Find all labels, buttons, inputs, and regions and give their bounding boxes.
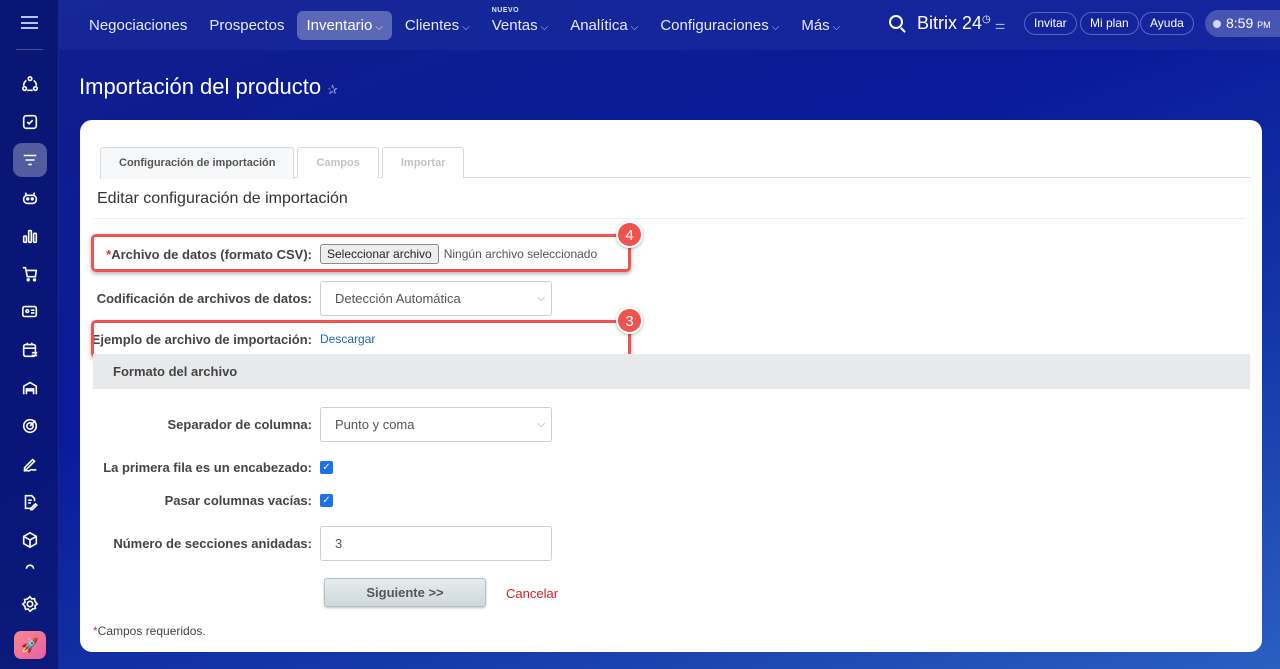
cart-icon[interactable] [13,257,47,291]
search-icon[interactable] [889,15,903,29]
nav-label: Más [801,17,829,34]
encoding-row: Codificación de archivos de datos: Detec… [80,282,640,314]
separator-select[interactable]: Punto y coma⌵ [320,407,552,442]
menu-icon[interactable] [21,16,38,29]
funnel-icon[interactable] [13,143,47,177]
pin-icon[interactable]: ✰ [327,82,338,97]
chevron-down-icon: ⌵ [541,22,549,33]
highlight-box [91,320,631,358]
nav-item-ventas[interactable]: NUEVOVentas⌵ [483,11,557,40]
nav-label: Clientes [405,17,459,34]
nav-item-configuraciones[interactable]: Configuraciones ⌵ [651,11,788,40]
logo[interactable]: Bitrix 24◷⚌ [917,13,1006,34]
required-note: *Campos requeridos. [93,624,206,638]
encoding-select[interactable]: Detección Automática⌵ [320,281,552,316]
nav-item-prospectos[interactable]: Prospectos [200,11,293,40]
header-label: La primera fila es un encabezado: [80,460,320,475]
nav-label: Inventario [306,17,372,34]
tab-import[interactable]: Importar [382,147,465,178]
header-row: La primera fila es un encabezado: ✓ [80,451,640,483]
next-button[interactable]: Siguiente >> [324,578,486,607]
chevron-down-icon: ⌵ [833,22,841,33]
skip-label: Pasar columnas vacías: [80,493,320,508]
nav-label: Prospectos [209,17,284,34]
section-header: Formato del archivo [93,354,1250,389]
chevron-down-icon: ⌵ [631,22,639,33]
sliders-icon[interactable]: ⚌ [995,18,1006,32]
plan-button[interactable]: Mi plan [1080,12,1139,35]
target-icon[interactable] [13,409,47,443]
page-title: Importación del producto✰ [79,74,338,100]
help-button[interactable]: Ayuda [1140,12,1194,35]
divider [16,49,43,50]
nav-item-inventario[interactable]: Inventario⌵ [297,11,391,40]
circle-nodes-icon[interactable] [13,67,47,101]
skip-empty-checkbox[interactable]: ✓ [320,494,333,507]
tab-import-settings[interactable]: Configuración de importación [100,147,294,179]
cancel-link[interactable]: Cancelar [506,586,558,601]
contact-card-icon[interactable] [13,295,47,329]
nested-row: Número de secciones anidadas: 3 [80,527,640,559]
form-heading: Editar configuración de importación [97,190,348,208]
chevron-down-icon: ⌵ [772,22,780,33]
nav-item-analitica[interactable]: Analítica⌵ [561,11,647,40]
nav-label: Analítica [570,17,628,34]
header-checkbox[interactable]: ✓ [320,461,333,474]
more-icon[interactable] [13,557,47,577]
separator-row: Separador de columna: Punto y coma⌵ [80,408,640,440]
status-icon [1213,20,1221,28]
document-edit-icon[interactable] [13,485,47,519]
new-badge: NUEVO [492,7,519,14]
chevron-down-icon: ⌵ [537,408,545,441]
top-navigation: NegociacionesProspectosInventario⌵Client… [59,0,1280,50]
nav-label: Configuraciones [660,17,768,34]
skip-row: Pasar columnas vacías: ✓ [80,484,640,516]
checkbox-icon[interactable] [13,105,47,139]
nav-item-clientes[interactable]: Clientes⌵ [396,11,479,40]
nav-label: Negociaciones [89,17,187,34]
box-icon[interactable] [13,523,47,557]
highlight-box [91,234,631,272]
calendar-icon[interactable] [13,333,47,367]
bar-chart-icon[interactable] [13,219,47,253]
rocket-icon[interactable]: 🚀 [14,631,46,659]
step-marker: 4 [616,221,643,248]
nested-label: Número de secciones anidadas: [80,536,320,551]
clock-icon: ◷ [982,14,991,25]
sidebar: 🚀 [0,0,59,669]
nested-sections-input[interactable]: 3 [320,526,552,561]
robot-icon[interactable] [13,181,47,215]
nav-item-negociaciones[interactable]: Negociaciones [80,11,196,40]
chevron-down-icon: ⌵ [537,282,545,315]
chevron-down-icon: ⌵ [375,22,383,33]
nav-item-mas[interactable]: Más ⌵ [792,11,849,40]
divider [94,218,1246,219]
separator-label: Separador de columna: [80,417,320,432]
nav-label: Ventas [492,17,538,34]
invite-button[interactable]: Invitar [1024,12,1077,35]
signature-icon[interactable] [13,447,47,481]
warehouse-icon[interactable] [13,371,47,405]
time-widget[interactable]: 8:59 PM [1205,10,1280,37]
import-panel: Configuración de importación Campos Impo… [80,120,1262,652]
chevron-down-icon: ⌵ [462,22,470,33]
tab-fields[interactable]: Campos [297,147,378,178]
step-marker: 3 [616,307,643,334]
gear-icon[interactable] [13,587,47,621]
tabs: Configuración de importación Campos Impo… [100,147,1250,178]
encoding-label: Codificación de archivos de datos: [80,291,320,306]
